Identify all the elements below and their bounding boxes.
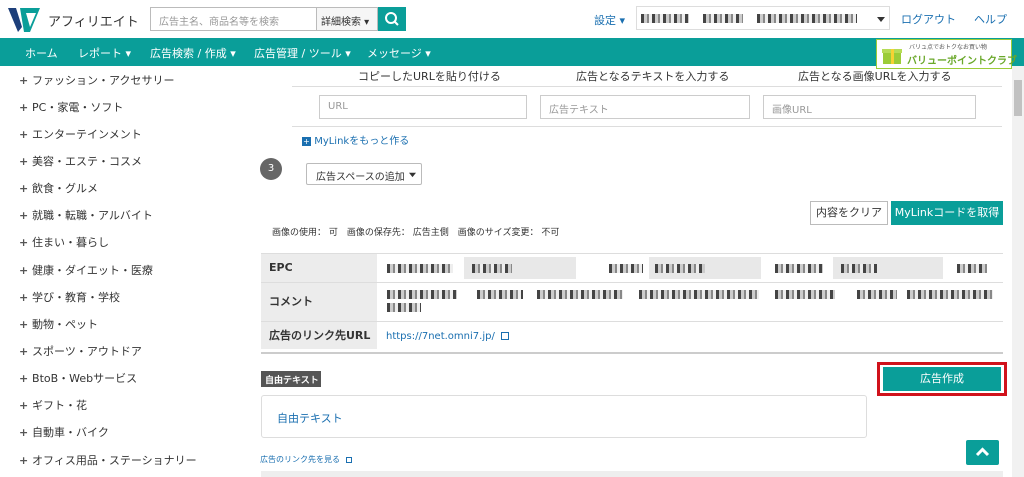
- scroll-to-top-button[interactable]: [966, 440, 999, 465]
- get-mylink-code-button[interactable]: MyLinkコードを取得: [891, 201, 1003, 225]
- page-scrollbar[interactable]: [1012, 66, 1024, 477]
- nav-ad-manage[interactable]: 広告管理 / ツール ▾: [254, 45, 351, 61]
- chevron-up-icon: [975, 447, 990, 457]
- nav-ad-search[interactable]: 広告検索 / 作成 ▾: [150, 45, 236, 61]
- ad-text-input[interactable]: 広告テキスト: [540, 95, 750, 119]
- plus-icon: +: [19, 318, 33, 331]
- plus-icon: +: [19, 291, 33, 304]
- gift-icon: [882, 49, 902, 64]
- plus-icon: +: [19, 209, 33, 222]
- more-mylink-link[interactable]: + MyLinkをもっと作る: [302, 132, 409, 147]
- search-button[interactable]: [378, 7, 406, 31]
- sidebar-item-car[interactable]: + 自動車・バイク: [19, 424, 109, 440]
- comment-label: コメント: [261, 283, 377, 321]
- scrollbar-thumb[interactable]: [1014, 80, 1022, 116]
- free-text-tag: 自由テキスト: [261, 371, 321, 387]
- settings-menu[interactable]: 設定 ▾: [594, 12, 625, 28]
- main-content: コピーしたURLを貼り付ける 広告となるテキストを入力する 広告となる画像URL…: [250, 66, 1012, 477]
- chevron-down-icon: [877, 17, 885, 22]
- clear-button[interactable]: 内容をクリア: [810, 201, 888, 225]
- epc-value: [377, 254, 1003, 282]
- epc-label: EPC: [261, 254, 377, 282]
- see-link-dest[interactable]: 広告のリンク先を見る: [260, 454, 352, 465]
- col-head-url: コピーしたURLを貼り付ける: [358, 70, 501, 83]
- sidebar-item-education[interactable]: + 学び・教育・学校: [19, 289, 120, 305]
- link-dest-label: 広告のリンク先URL: [261, 322, 377, 349]
- free-text-preview: 自由テキスト: [261, 395, 867, 438]
- step-number: 3: [260, 158, 282, 180]
- plus-icon: +: [19, 182, 33, 195]
- divider: [292, 86, 1002, 87]
- comment-value: [377, 283, 1003, 321]
- free-text-link[interactable]: 自由テキスト: [277, 410, 343, 426]
- sidebar-item-entertainment[interactable]: + エンターテインメント: [19, 126, 142, 142]
- ad-info-table: EPC コメント 広告のリンク先URL https://7net.omni7.j…: [261, 253, 1003, 349]
- plus-icon: +: [19, 101, 33, 114]
- search-input[interactable]: 広告主名、商品名等を検索: [150, 7, 316, 31]
- divider: [261, 471, 1003, 477]
- sidebar-item-sports[interactable]: + スポーツ・アウトドア: [19, 343, 142, 359]
- help-link[interactable]: ヘルプ: [974, 11, 1007, 27]
- plus-icon: +: [19, 128, 33, 141]
- plus-icon: +: [19, 454, 33, 467]
- detail-search-button[interactable]: 詳細検索 ▾: [316, 7, 378, 31]
- nav-message[interactable]: メッセージ ▾: [367, 45, 431, 61]
- sidebar-item-pc[interactable]: + PC・家電・ソフト: [19, 99, 123, 115]
- link-dest-url[interactable]: https://7net.omni7.jp/: [386, 331, 509, 342]
- plus-square-icon: +: [302, 136, 311, 146]
- sidebar-item-beauty[interactable]: + 美容・エステ・コスメ: [19, 153, 142, 169]
- plus-icon: +: [19, 74, 33, 87]
- sidebar-item-fashion[interactable]: + ファッション・アクセサリー: [19, 72, 175, 88]
- banner-tagline: バリュ点でおトクなお買い物: [909, 44, 988, 51]
- nav-report[interactable]: レポート ▾: [78, 45, 131, 61]
- col-head-text: 広告となるテキストを入力する: [576, 70, 730, 83]
- sidebar-item-living[interactable]: + 住まい・暮らし: [19, 234, 109, 250]
- nav-home[interactable]: ホーム: [25, 45, 58, 61]
- search-icon: [385, 12, 399, 26]
- logout-link[interactable]: ログアウト: [901, 11, 956, 27]
- value-point-club-banner[interactable]: バリュ点でおトクなお買い物 バリューポイントクラブ: [876, 39, 1017, 69]
- sidebar-item-job[interactable]: + 就職・転職・アルバイト: [19, 207, 153, 223]
- plus-icon: +: [19, 426, 33, 439]
- image-usage-info: 画像の使用： 可 画像の保存先： 広告主側 画像のサイズ変更： 不可: [272, 228, 560, 238]
- create-ad-button[interactable]: 広告作成: [883, 367, 1001, 391]
- url-input[interactable]: URL: [319, 95, 527, 119]
- external-link-icon: [345, 456, 352, 463]
- sidebar-item-gourmet[interactable]: + 飲食・グルメ: [19, 180, 98, 196]
- plus-icon: +: [19, 264, 33, 277]
- external-link-icon: [501, 332, 509, 340]
- ad-space-select[interactable]: 広告スペースの追加: [306, 163, 422, 185]
- sidebar-item-btob[interactable]: + BtoB・Webサービス: [19, 370, 137, 386]
- category-sidebar: + ファッション・アクセサリー + PC・家電・ソフト + エンターテインメント…: [0, 66, 250, 477]
- plus-icon: +: [19, 345, 33, 358]
- plus-icon: +: [19, 236, 33, 249]
- account-select[interactable]: [636, 6, 890, 30]
- valuecommerce-logo[interactable]: [6, 5, 42, 35]
- plus-icon: +: [19, 372, 33, 385]
- chevron-down-icon: [409, 172, 416, 178]
- plus-icon: +: [19, 155, 33, 168]
- sidebar-item-office[interactable]: + オフィス用品・ステーショナリー: [19, 452, 197, 468]
- logo-text: アフィリエイト: [48, 15, 139, 30]
- plus-icon: +: [19, 399, 33, 412]
- main-nav: ホーム レポート ▾ 広告検索 / 作成 ▾ 広告管理 / ツール ▾ メッセー…: [0, 38, 1024, 66]
- image-url-input[interactable]: 画像URL: [763, 95, 976, 119]
- col-head-image: 広告となる画像URLを入力する: [798, 70, 952, 83]
- banner-title: バリューポイントクラブ: [907, 56, 1017, 67]
- divider: [292, 126, 1002, 127]
- sidebar-item-gift[interactable]: + ギフト・花: [19, 397, 87, 413]
- sidebar-item-pet[interactable]: + 動物・ペット: [19, 316, 98, 332]
- sidebar-item-health[interactable]: + 健康・ダイエット・医療: [19, 262, 153, 278]
- section-divider: [261, 352, 1003, 354]
- top-bar: アフィリエイト 広告主名、商品名等を検索 詳細検索 ▾ 設定 ▾ ログアウト ヘ…: [0, 0, 1024, 38]
